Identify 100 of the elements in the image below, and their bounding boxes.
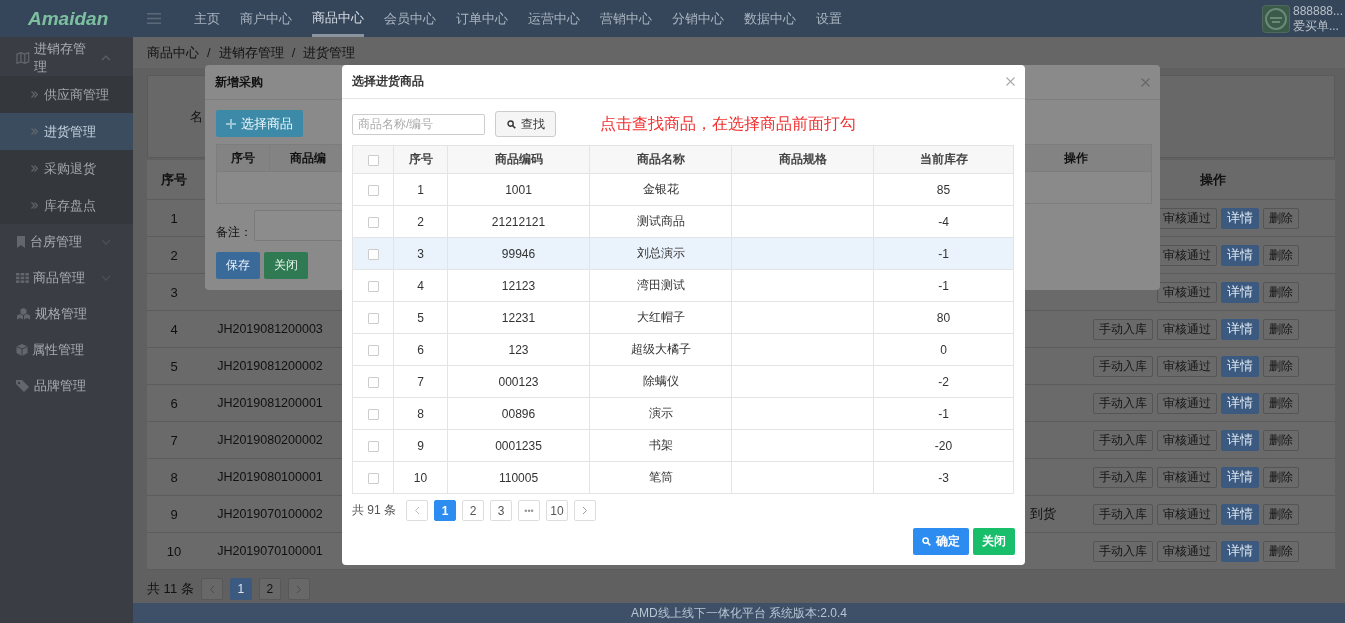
action-button[interactable]: 删除 [1263,540,1299,562]
row-checkbox[interactable] [367,472,379,484]
sidebar-item[interactable]: 规格管理 [0,296,133,332]
action-button[interactable]: 详情 [1221,355,1259,377]
nav-menu-item[interactable]: 主页 [194,0,220,37]
breadcrumb-link[interactable]: 商品中心 [147,43,199,62]
nav-menu-item[interactable]: 数据中心 [744,0,796,37]
avatar-icon[interactable] [1261,4,1290,33]
close-icon[interactable] [1141,77,1150,87]
next-page-button[interactable] [287,578,310,600]
dialog-button[interactable]: 保存 [216,252,260,279]
action-button[interactable]: 详情 [1221,429,1259,451]
page-button[interactable]: 1 [434,500,456,521]
action-button[interactable]: 手动入库 [1093,429,1153,451]
action-button[interactable]: 详情 [1221,207,1259,229]
previous-page-button[interactable] [200,578,223,600]
action-button[interactable]: 手动入库 [1093,355,1153,377]
close-icon[interactable] [1006,77,1015,86]
action-button[interactable]: 删除 [1263,318,1299,340]
action-button[interactable]: 审核通过 [1157,466,1217,488]
action-button[interactable]: 审核通过 [1157,244,1217,266]
row-checkbox[interactable] [367,248,379,260]
column-header: 当前库存 [873,145,1014,174]
breadcrumb-link[interactable]: 进货管理 [303,43,356,62]
page-button[interactable]: 10 [546,500,568,521]
action-button[interactable]: 详情 [1221,503,1259,525]
table-cell-text: 6 [169,395,179,411]
action-button[interactable]: 详情 [1221,244,1259,266]
table-cell-text: 10 [165,543,183,559]
action-button[interactable]: 审核通过 [1157,503,1217,525]
row-checkbox[interactable] [367,408,379,420]
action-button[interactable]: 手动入库 [1093,318,1153,340]
action-button[interactable]: 删除 [1263,281,1299,303]
action-button[interactable]: 审核通过 [1157,392,1217,414]
sidebar-subitem[interactable]: 进货管理 [0,113,133,150]
nav-menu-item[interactable]: 商户中心 [240,0,292,37]
sidebar-item[interactable]: 进销存管理 [0,40,133,76]
breadcrumb-separator: / [291,45,296,60]
action-button[interactable]: 删除 [1263,355,1299,377]
action-button[interactable]: 手动入库 [1093,466,1153,488]
action-button[interactable]: 删除 [1263,429,1299,451]
search-icon [506,119,516,129]
action-button[interactable]: 手动入库 [1093,392,1153,414]
action-button[interactable]: 手动入库 [1093,540,1153,562]
action-button[interactable]: 删除 [1263,207,1299,229]
sidebar-item[interactable]: 商品管理 [0,260,133,296]
sidebar-item[interactable]: 属性管理 [0,332,133,368]
sidebar-item[interactable]: 品牌管理 [0,368,133,404]
breadcrumb-link[interactable]: 进销存管理 [218,43,284,62]
page-button[interactable]: 2 [258,578,281,600]
column-header: 序号 [393,145,448,174]
action-button[interactable]: 删除 [1263,244,1299,266]
action-button[interactable]: 审核通过 [1157,429,1217,451]
action-button[interactable]: 详情 [1221,392,1259,414]
more-pages-button[interactable]: ••• [518,500,540,521]
nav-menu-item[interactable]: 运营中心 [528,0,580,37]
row-checkbox[interactable] [367,312,379,324]
search-button[interactable]: 查找 [495,111,556,137]
action-button[interactable]: 删除 [1263,503,1299,525]
sidebar-subitem[interactable]: 采购退货 [0,150,133,187]
action-button[interactable]: 详情 [1221,540,1259,562]
dialog-button[interactable]: 关闭 [264,252,308,279]
dialog-button[interactable]: 确定 [913,528,969,555]
select-goods-button[interactable]: 选择商品 [216,110,303,137]
action-button[interactable]: 手动入库 [1093,503,1153,525]
action-button[interactable]: 审核通过 [1157,207,1217,229]
sidebar-item[interactable]: 台房管理 [0,224,133,260]
action-button[interactable]: 审核通过 [1157,540,1217,562]
action-button[interactable]: 详情 [1221,318,1259,340]
action-button[interactable]: 详情 [1221,466,1259,488]
page-button[interactable]: 1 [229,578,252,600]
search-field[interactable]: 商品名称/编号 [352,113,485,135]
row-checkbox[interactable] [367,376,379,388]
action-button[interactable]: 审核通过 [1157,355,1217,377]
action-button[interactable]: 删除 [1263,392,1299,414]
nav-menu-item[interactable]: 分销中心 [672,0,724,37]
dialog-button[interactable]: 关闭 [973,528,1015,555]
nav-menu-item[interactable]: 设置 [816,0,842,37]
nav-menu-item[interactable]: 营销中心 [600,0,652,37]
page-button[interactable]: 3 [490,500,512,521]
action-button[interactable]: 审核通过 [1157,281,1217,303]
nav-menu-item[interactable]: 会员中心 [384,0,436,37]
logo[interactable]: Amaidan [0,7,115,30]
sidebar-subitem[interactable]: 供应商管理 [0,76,133,113]
sidebar-subitem[interactable]: 库存盘点 [0,187,133,224]
action-button[interactable]: 审核通过 [1157,318,1217,340]
nav-menu-item[interactable]: 订单中心 [456,0,508,37]
row-checkbox[interactable] [367,280,379,292]
row-checkbox[interactable] [367,216,379,228]
table-cell: 9 [393,429,448,462]
action-button[interactable]: 删除 [1263,466,1299,488]
action-button[interactable]: 详情 [1221,281,1259,303]
row-checkbox[interactable] [367,184,379,196]
cubes-icon [16,308,31,320]
sidebar-label: 品牌管理 [34,377,86,395]
row-checkbox[interactable] [367,440,379,452]
menu-icon[interactable] [147,13,161,24]
select-all-checkbox[interactable] [367,154,379,166]
page-button[interactable]: 2 [462,500,484,521]
row-checkbox[interactable] [367,344,379,356]
